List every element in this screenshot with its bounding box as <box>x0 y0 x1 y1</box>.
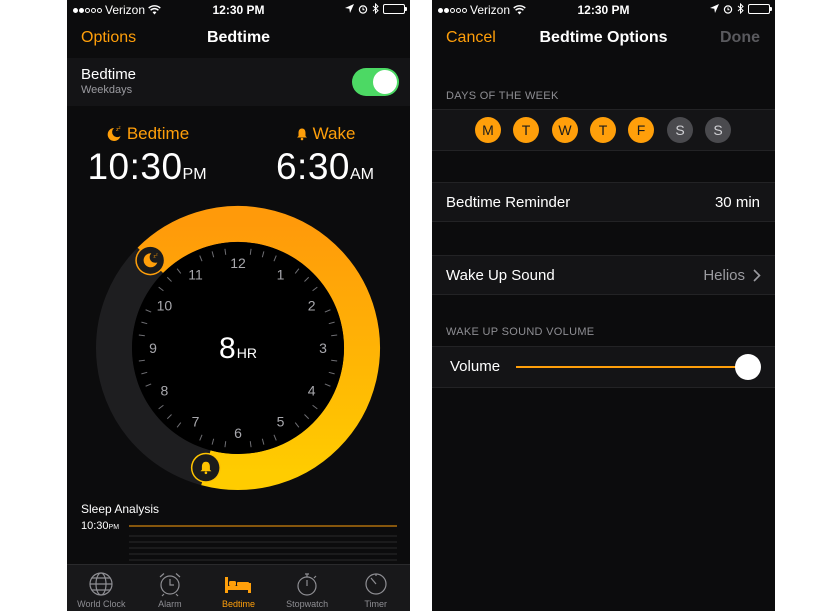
day-tuesday[interactable]: T <box>513 117 539 143</box>
sleep-analysis-chart <box>129 525 397 561</box>
clock-number: 1 <box>277 266 285 282</box>
stopwatch-icon <box>297 573 317 596</box>
svg-text:z: z <box>156 252 158 256</box>
day-wednesday[interactable]: W <box>552 117 578 143</box>
volume-slider-knob[interactable] <box>735 354 761 380</box>
clock-number: 8 <box>160 383 168 399</box>
location-icon <box>710 4 719 13</box>
wake-handle[interactable] <box>190 452 221 483</box>
clock-number: 7 <box>192 414 200 430</box>
duration-unit: HR <box>237 345 257 361</box>
bedtime-screen: Verizon 12:30 PM Options Bedtime Bedtime… <box>67 0 410 611</box>
day-thursday[interactable]: T <box>590 117 616 143</box>
days-section-header: DAYS OF THE WEEK <box>446 90 559 102</box>
tab-label: Stopwatch <box>286 599 329 609</box>
tab-alarm[interactable]: Alarm <box>136 565 205 611</box>
tab-stopwatch[interactable]: Stopwatch <box>273 565 342 611</box>
tab-bar: World Clock Alarm Bedtime Stopwatch Time… <box>67 564 410 611</box>
globe-icon <box>89 572 113 596</box>
nav-bar: Cancel Bedtime Options Done <box>432 20 775 58</box>
reminder-value: 30 min <box>714 194 760 211</box>
clock-number: 12 <box>230 255 246 271</box>
day-saturday[interactable]: S <box>667 117 693 143</box>
bedtime-options-screen: Verizon 12:30 PM Cancel Bedtime Options … <box>432 0 775 611</box>
day-sunday[interactable]: S <box>705 117 731 143</box>
clock-number: 2 <box>308 298 316 314</box>
bedtime-handle[interactable]: z z <box>135 245 166 276</box>
day-friday[interactable]: F <box>628 117 654 143</box>
sleep-analysis-title: Sleep Analysis <box>81 502 160 516</box>
clock-number: 3 <box>319 340 327 356</box>
clock-number: 10 <box>157 298 173 314</box>
bed-icon <box>225 577 252 593</box>
clock-number: 6 <box>234 425 242 441</box>
tab-bedtime[interactable]: Bedtime <box>204 565 273 611</box>
bluetooth-icon <box>737 3 744 14</box>
timer-icon <box>365 573 387 595</box>
battery-icon <box>748 3 772 14</box>
wake-sound-label: Wake Up Sound <box>446 267 555 284</box>
tab-label: Alarm <box>158 599 182 609</box>
tab-world-clock[interactable]: World Clock <box>67 565 136 611</box>
status-bar: Verizon 12:30 PM <box>432 0 775 20</box>
tab-label: Timer <box>364 599 387 609</box>
clock-number: 5 <box>277 414 285 430</box>
volume-section-header: WAKE UP SOUND VOLUME <box>446 326 595 338</box>
tab-timer[interactable]: Timer <box>341 565 410 611</box>
volume-label: Volume <box>450 358 501 375</box>
day-monday[interactable]: M <box>475 117 501 143</box>
done-button[interactable]: Done <box>720 29 760 47</box>
volume-row: Volume <box>432 346 775 388</box>
volume-slider-track[interactable] <box>516 366 749 368</box>
wake-up-sound-row[interactable]: Wake Up Sound Helios <box>432 255 775 295</box>
alarm-icon <box>723 4 733 14</box>
tab-label: Bedtime <box>221 599 255 609</box>
reminder-label: Bedtime Reminder <box>446 194 571 211</box>
clock-number: 11 <box>188 266 203 282</box>
status-right <box>710 3 772 14</box>
tab-label: World Clock <box>77 599 126 609</box>
chevron-right-icon <box>753 269 761 282</box>
clock-number: 4 <box>308 383 316 399</box>
days-of-week-picker: M T W T F S S <box>432 109 775 151</box>
duration-value: 8 <box>219 332 236 365</box>
wake-sound-value: Helios <box>703 267 745 284</box>
clock-number: 9 <box>149 340 157 356</box>
bedtime-reminder-row[interactable]: Bedtime Reminder 30 min <box>432 182 775 222</box>
alarm-clock-icon <box>159 573 181 597</box>
